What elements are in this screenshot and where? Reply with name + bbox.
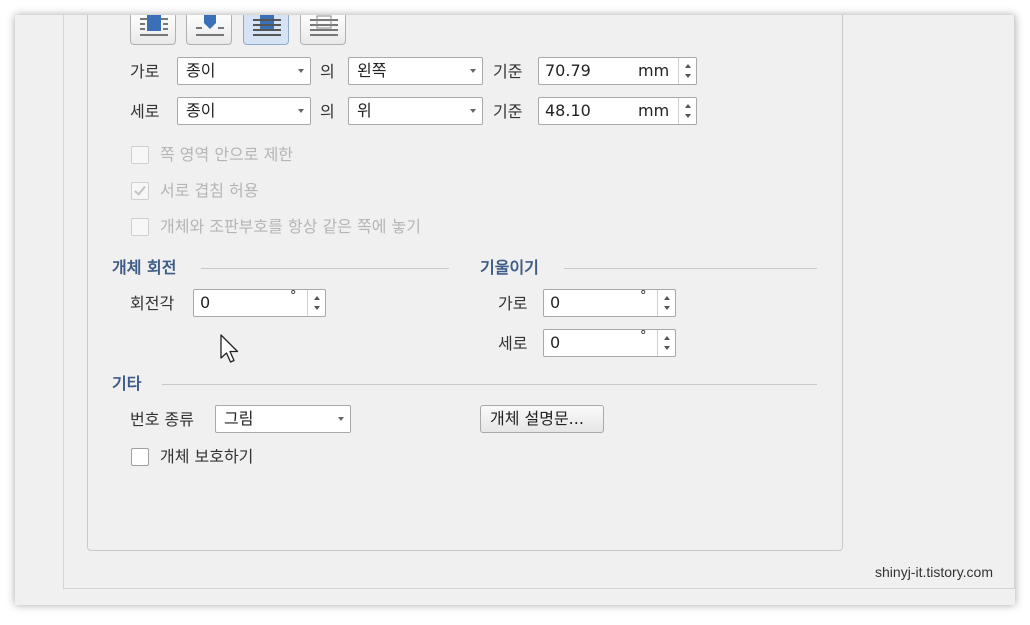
vertical-of-label: 의 <box>320 102 335 121</box>
spin-down-icon[interactable] <box>664 306 670 310</box>
horizontal-offset-unit: mm <box>638 61 670 80</box>
spin-down-icon[interactable] <box>314 306 320 310</box>
chevron-down-icon <box>470 109 476 113</box>
skew-vertical-value: 0 <box>550 333 561 352</box>
watermark: shinyj-it.tistory.com <box>875 564 993 580</box>
rotation-angle-spinner[interactable]: 0 ° <box>193 289 326 317</box>
mouse-cursor-icon <box>220 334 239 363</box>
skew-horizontal-label: 가로 <box>498 294 528 313</box>
rotation-angle-label: 회전각 <box>130 294 175 313</box>
same-page-checkbox[interactable] <box>131 218 149 236</box>
skew-section-title: 기울이기 <box>480 258 539 277</box>
vertical-label: 세로 <box>130 102 160 121</box>
protect-object-label: 개체 보호하기 <box>160 447 254 466</box>
spin-up-icon[interactable] <box>314 296 320 300</box>
horizontal-offset-spinner[interactable]: 70.79 mm <box>538 57 697 85</box>
checkmark-icon <box>134 183 146 196</box>
dialog-window: 가로 종이 의 왼쪽 기준 70.79 mm 세로 종이 의 위 기준 48.1… <box>15 15 1015 605</box>
horizontal-base-label: 기준 <box>493 62 523 81</box>
spin-up-icon[interactable] <box>685 104 691 108</box>
spin-up-icon[interactable] <box>685 64 691 68</box>
horizontal-align-value: 왼쪽 <box>357 61 387 80</box>
other-divider <box>162 384 817 385</box>
rotation-section-title: 개체 회전 <box>112 258 177 277</box>
spin-buttons[interactable] <box>657 330 675 356</box>
spin-buttons[interactable] <box>678 58 696 84</box>
skew-divider <box>564 268 817 269</box>
spin-up-icon[interactable] <box>664 336 670 340</box>
wrap-behind-text-button[interactable] <box>243 15 289 45</box>
chevron-down-icon <box>298 109 304 113</box>
same-page-label: 개체와 조판부호를 항상 같은 쪽에 놓기 <box>160 217 421 236</box>
limit-to-page-checkbox[interactable] <box>131 146 149 164</box>
protect-object-checkbox[interactable] <box>131 448 149 466</box>
horizontal-of-label: 의 <box>320 62 335 81</box>
skew-horizontal-unit: ° <box>640 289 647 304</box>
allow-overlap-label: 서로 겹침 허용 <box>160 181 259 200</box>
spin-down-icon[interactable] <box>685 114 691 118</box>
vertical-offset-unit: mm <box>638 101 670 120</box>
chevron-down-icon <box>298 69 304 73</box>
wrap-tight-icon <box>196 15 224 36</box>
rotation-angle-unit: ° <box>290 289 297 304</box>
horizontal-label: 가로 <box>130 62 160 81</box>
chevron-down-icon <box>470 69 476 73</box>
horizontal-relative-select[interactable]: 종이 <box>177 57 311 85</box>
spin-down-icon[interactable] <box>685 74 691 78</box>
wrap-square-icon <box>140 15 168 36</box>
screen: 가로 종이 의 왼쪽 기준 70.79 mm 세로 종이 의 위 기준 48.1… <box>0 0 1030 625</box>
allow-overlap-checkbox[interactable] <box>131 182 149 200</box>
skew-vertical-unit: ° <box>640 329 647 344</box>
number-type-value: 그림 <box>224 409 254 428</box>
vertical-align-value: 위 <box>357 101 372 120</box>
vertical-relative-value: 종이 <box>186 101 216 120</box>
skew-vertical-spinner[interactable]: 0 ° <box>543 329 676 357</box>
object-description-label: 개체 설명문... <box>490 409 584 428</box>
horizontal-offset-value: 70.79 <box>545 61 591 80</box>
rotation-divider <box>201 268 449 269</box>
skew-horizontal-value: 0 <box>550 293 561 312</box>
spin-down-icon[interactable] <box>664 346 670 350</box>
spin-up-icon[interactable] <box>664 296 670 300</box>
wrap-in-front-text-button[interactable] <box>300 15 346 45</box>
skew-vertical-label: 세로 <box>498 334 528 353</box>
horizontal-align-select[interactable]: 왼쪽 <box>348 57 483 85</box>
rotation-angle-value: 0 <box>200 293 211 312</box>
vertical-base-label: 기준 <box>493 102 523 121</box>
vertical-relative-select[interactable]: 종이 <box>177 97 311 125</box>
spin-buttons[interactable] <box>657 290 675 316</box>
chevron-down-icon <box>338 417 344 421</box>
wrap-behind-text-icon <box>253 15 281 36</box>
other-section-title: 기타 <box>112 374 142 393</box>
wrap-tight-button[interactable] <box>186 15 232 45</box>
number-type-select[interactable]: 그림 <box>215 405 351 433</box>
skew-horizontal-spinner[interactable]: 0 ° <box>543 289 676 317</box>
horizontal-relative-value: 종이 <box>186 61 216 80</box>
layout-panel <box>87 15 843 551</box>
spin-buttons[interactable] <box>678 98 696 124</box>
spin-buttons[interactable] <box>307 290 325 316</box>
wrap-in-front-text-icon <box>310 15 338 36</box>
vertical-align-select[interactable]: 위 <box>348 97 483 125</box>
object-description-button[interactable]: 개체 설명문... <box>480 405 604 433</box>
vertical-offset-spinner[interactable]: 48.10 mm <box>538 97 697 125</box>
limit-to-page-label: 쪽 영역 안으로 제한 <box>160 145 294 164</box>
number-type-label: 번호 종류 <box>130 410 194 429</box>
wrap-square-button[interactable] <box>130 15 176 45</box>
vertical-offset-value: 48.10 <box>545 101 591 120</box>
